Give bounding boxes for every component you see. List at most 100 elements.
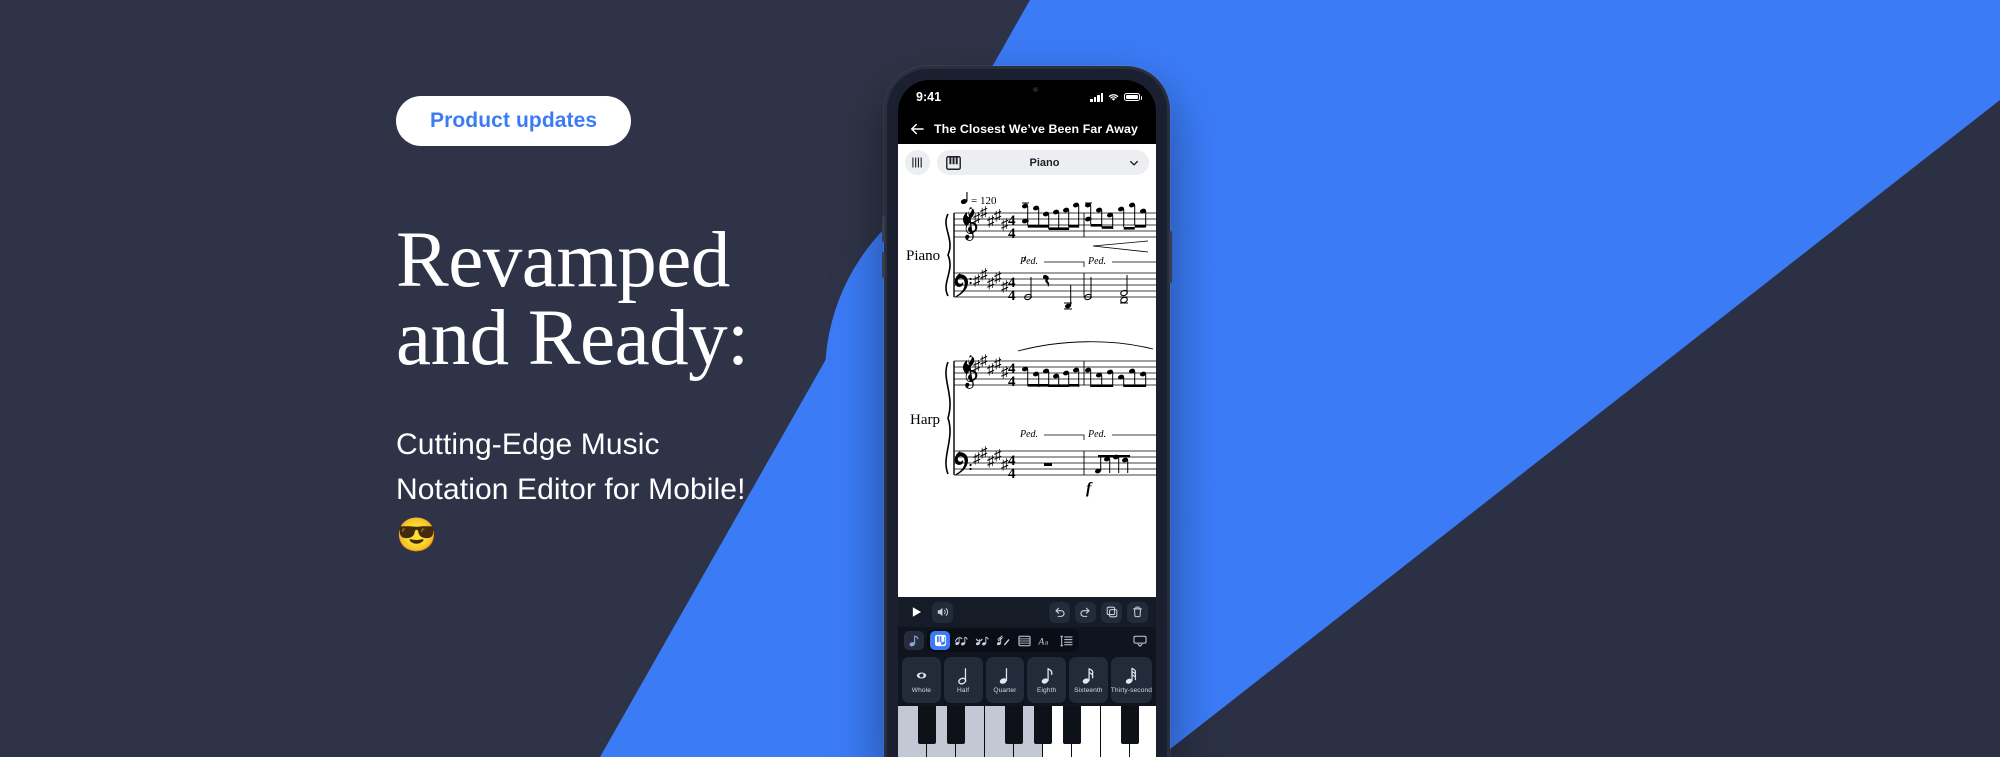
status-time: 9:41 (916, 90, 942, 104)
status-icons (1090, 92, 1142, 102)
status-bar: 9:41 (898, 80, 1156, 114)
duration-quarter[interactable]: Quarter (985, 657, 1025, 703)
duration-label: Half (957, 687, 970, 694)
front-camera-icon (1032, 86, 1038, 92)
black-key[interactable] (1063, 706, 1081, 744)
duration-label: Eighth (1036, 687, 1057, 694)
duration-label: Quarter (993, 687, 1017, 694)
svg-text:Ped.: Ped. (1087, 256, 1106, 267)
svg-text:Ped.: Ped. (1019, 429, 1038, 440)
staff-lines-button[interactable] (905, 150, 930, 175)
notes-piano-bass (1024, 274, 1128, 310)
volume-up-button[interactable] (882, 216, 885, 242)
note-block-icon (934, 634, 946, 647)
pedal-marking-1: 𝄽 Ped. (1019, 254, 1085, 267)
score-title: The Closest We’ve Been Far Away (934, 122, 1138, 136)
tie-tool[interactable] (972, 631, 992, 650)
slur-tool[interactable] (951, 631, 971, 650)
time-signature: 44 44 (1008, 213, 1016, 304)
app-header: The Closest We’ve Been Far Away (898, 114, 1156, 144)
staff-lines-icon (912, 157, 922, 168)
instrument-select[interactable]: Piano (937, 150, 1149, 175)
note-input-toggle[interactable] (904, 631, 924, 650)
black-key[interactable] (1121, 706, 1139, 744)
transport-left (906, 601, 953, 623)
measure-tool[interactable] (1014, 631, 1034, 650)
duration-half[interactable]: Half (943, 657, 983, 703)
duration-thirtysecond[interactable]: Thirty-second (1110, 657, 1152, 703)
duration-whole[interactable]: Whole (902, 657, 941, 703)
duplicate-button[interactable] (1101, 601, 1122, 623)
svg-text:4: 4 (1008, 288, 1016, 304)
undo-icon (1055, 607, 1065, 617)
smiling-face-with-sunglasses-icon: 😎 (396, 516, 438, 554)
quarter-note-icon (999, 666, 1010, 685)
score-canvas[interactable]: = 120 Piano ♯ ♯ ♯ ♯ ♯ ♯ ♯ ♯ ♯ ♯ 4 4 4 4 … (898, 181, 1156, 597)
page-title: Revamped and Ready: (396, 217, 749, 383)
battery-icon (1124, 92, 1142, 102)
eighth-note-icon (1041, 666, 1053, 685)
transport-toolbar (898, 597, 1156, 627)
trash-icon (1133, 606, 1142, 618)
keyboard-hide-icon (1133, 635, 1147, 647)
staff-label-harp: Harp (910, 412, 940, 428)
play-button[interactable] (906, 602, 927, 623)
svg-text:4: 4 (1008, 374, 1016, 390)
back-arrow-icon[interactable] (908, 120, 926, 138)
speaker-icon (937, 607, 949, 617)
slur-note-icon (954, 636, 968, 646)
instrument-bar: Piano (898, 144, 1156, 181)
slur (1017, 341, 1154, 352)
articulation-tool[interactable] (993, 631, 1013, 650)
text-a-icon: A a (1038, 636, 1049, 646)
redo-button[interactable] (1075, 601, 1096, 623)
notes-harp-bass (1094, 454, 1130, 474)
half-note-icon (957, 666, 969, 685)
hero-text-column: Product updates Revamped and Ready: Cutt… (396, 96, 866, 555)
tool-group: A a (927, 629, 1079, 652)
pedal-marking-4: Ped. (1087, 429, 1156, 440)
duration-palette: Whole Half Quarter Eighth Sixteenth Thir… (898, 654, 1156, 706)
piano-keyboard[interactable] (898, 706, 1156, 757)
black-key[interactable] (1005, 706, 1023, 744)
svg-text:Ped.: Ped. (1019, 256, 1038, 267)
staff-label-piano: Piano (906, 248, 940, 264)
tool-palette: A a (898, 627, 1156, 654)
sixteenth-note-icon (1082, 666, 1094, 685)
phone-screen: 9:41 The Closest We’ve Been Far Away Pia… (898, 80, 1156, 757)
svg-text:4: 4 (1008, 226, 1016, 242)
instrument-name: Piano (1029, 156, 1060, 169)
page-subtitle: Cutting-Edge Music Notation Editor for M… (396, 428, 746, 507)
tempo-marking: = 120 (960, 192, 997, 207)
tool-palette-left: A a (904, 629, 1079, 652)
list-properties-icon (1059, 635, 1073, 646)
black-key[interactable] (1034, 706, 1052, 744)
measure-lines-icon (1017, 635, 1031, 646)
text-tool[interactable]: A a (1035, 631, 1055, 650)
duration-sixteenth[interactable]: Sixteenth (1069, 657, 1108, 703)
power-button[interactable] (1169, 231, 1172, 283)
svg-text:Ped.: Ped. (1087, 429, 1106, 440)
pedal-marking-2: Ped. (1087, 256, 1156, 267)
chevron-down-icon[interactable] (1128, 157, 1140, 169)
duration-eighth[interactable]: Eighth (1027, 657, 1066, 703)
undo-button[interactable] (1049, 601, 1070, 623)
wifi-icon (1108, 94, 1119, 101)
pedal-marking-3: Ped. (1019, 429, 1085, 440)
duration-label: Whole (911, 687, 931, 694)
whole-rest (1044, 463, 1052, 466)
product-updates-badge[interactable]: Product updates (396, 96, 632, 146)
black-key[interactable] (947, 706, 965, 744)
keyboard-toggle[interactable] (1130, 631, 1150, 650)
svg-text:4: 4 (1008, 466, 1016, 482)
play-icon (912, 607, 922, 617)
delete-button[interactable] (1127, 601, 1148, 623)
redo-icon (1080, 607, 1090, 617)
cellular-signal-icon (1090, 92, 1103, 102)
properties-tool[interactable] (1056, 631, 1076, 650)
volume-button[interactable] (932, 601, 953, 623)
black-key[interactable] (918, 706, 936, 744)
thirtysecond-note-icon (1125, 666, 1137, 685)
note-tool[interactable] (930, 631, 950, 650)
volume-down-button[interactable] (882, 252, 885, 278)
